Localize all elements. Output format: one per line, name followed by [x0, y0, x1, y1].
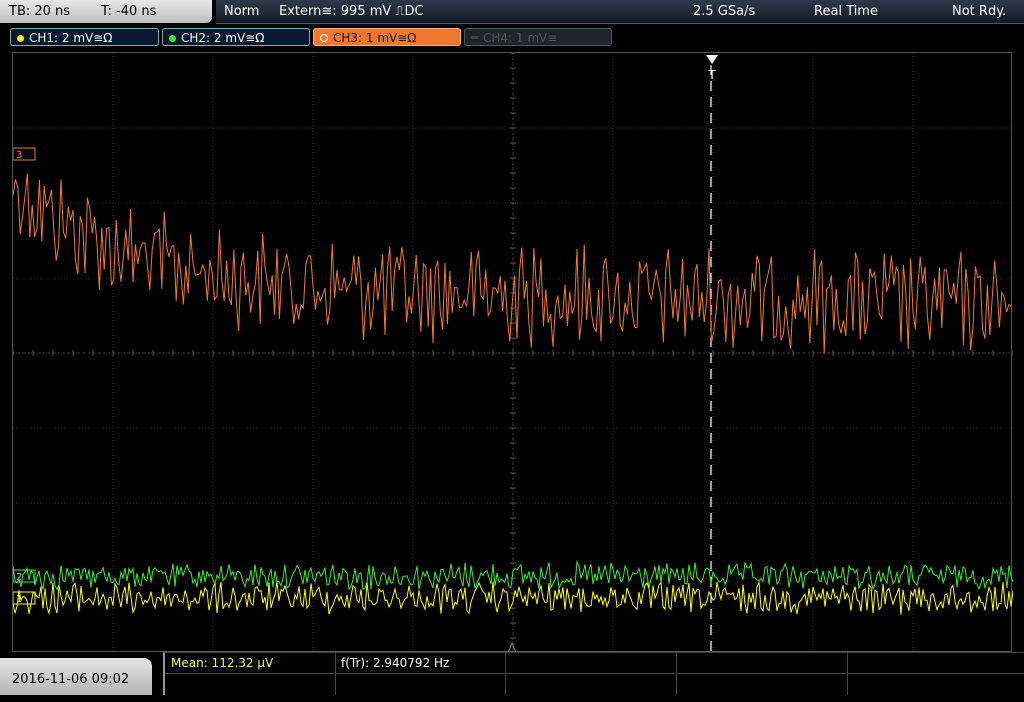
ready-state: Not Rdy. [952, 4, 1007, 19]
trigger-source[interactable]: Extern≅: 995 mV ⎍DC [279, 0, 424, 23]
measurement-divider [505, 653, 506, 695]
channel-3-tab[interactable]: CH3: 1 mV≅Ω [313, 28, 461, 46]
waveform-plot[interactable]: T 3 2 1 [13, 53, 1013, 653]
channel-1-dot-icon [17, 35, 24, 42]
channel-1-tab[interactable]: CH1: 2 mV≅Ω [10, 28, 159, 46]
svg-text:1: 1 [16, 594, 22, 605]
graticule [13, 53, 1013, 653]
waveform-display[interactable]: T 3 2 1 [12, 52, 1013, 653]
trigger-mode[interactable]: Norm [224, 0, 259, 23]
svg-text:3: 3 [16, 150, 22, 161]
sample-rate: 2.5 GSa/s [693, 4, 756, 19]
trigger-position-icon[interactable] [706, 55, 718, 64]
channel-3-label: CH3: 1 mV≅Ω [333, 31, 417, 45]
date-time: 2016-11-06 09:02 [0, 658, 152, 695]
measurement-divider [676, 653, 677, 695]
status-bar: TB: 20 ns T: -40 ns Norm Extern≅: 995 mV… [0, 0, 1024, 24]
channel-3-offset-marker[interactable]: 3 [13, 147, 36, 161]
acquisition-panel: Norm Extern≅: 995 mV ⎍DC 2.5 GSa/s Real … [216, 0, 1024, 24]
channel-1-label: CH1: 2 mV≅Ω [29, 31, 113, 45]
channel-4-label: CH4: 1 mV≅ [483, 31, 558, 45]
timebase-panel[interactable]: TB: 20 ns T: -40 ns [0, 0, 212, 23]
measurement-panel[interactable]: Mean: 112.32 µV f(Tr): 2.940792 Hz [163, 652, 1024, 695]
channel-2-label: CH2: 2 mV≅Ω [181, 31, 265, 45]
channel-4-tab[interactable]: CH4: 1 mV≅ [464, 28, 612, 46]
mean-measurement[interactable]: Mean: 112.32 µV [171, 653, 273, 673]
measurement-divider [847, 653, 848, 695]
channel-2-tab[interactable]: CH2: 2 mV≅Ω [162, 28, 310, 46]
measurement-divider [165, 673, 1024, 674]
frequency-measurement[interactable]: f(Tr): 2.940792 Hz [341, 653, 449, 673]
channel-tabs: CH1: 2 mV≅Ω CH2: 2 mV≅Ω CH3: 1 mV≅Ω CH4:… [0, 25, 1024, 49]
channel-4-dot-icon [471, 36, 478, 39]
bottom-bar: 2016-11-06 09:02 Mean: 112.32 µV f(Tr): … [0, 652, 1024, 695]
measurement-divider [335, 653, 336, 695]
channel-2-dot-icon [169, 35, 176, 42]
svg-text:2: 2 [16, 572, 22, 583]
timebase-readout[interactable]: TB: 20 ns [9, 0, 70, 23]
trigger-time-readout[interactable]: T: -40 ns [101, 0, 156, 23]
acquisition-mode: Real Time [814, 4, 878, 19]
trigger-position-label: T [707, 68, 716, 82]
channel-3-dot-icon [320, 34, 328, 42]
